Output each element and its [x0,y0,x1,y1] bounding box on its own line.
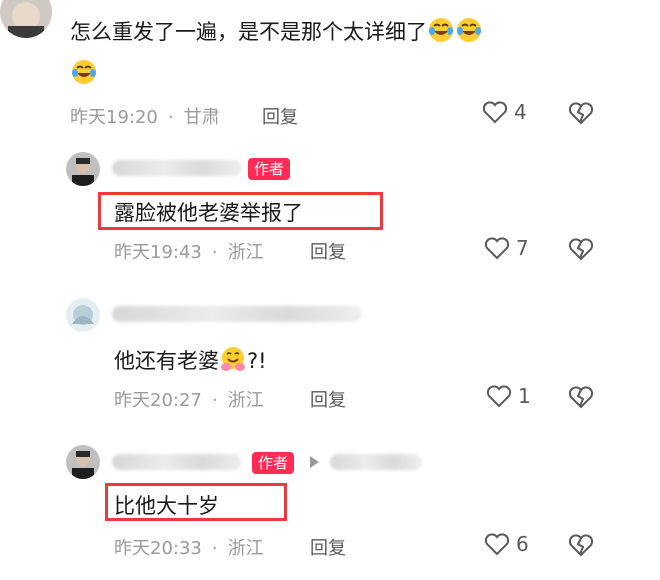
like-button[interactable]: 1 [486,384,531,408]
like-button[interactable]: 6 [484,532,529,556]
laughing-emoji-icon [429,18,453,42]
highlight-box [105,483,287,521]
comment-text: 他还有老婆?! [114,345,267,375]
reply-button[interactable]: 回复 [310,238,346,264]
like-count: 4 [514,100,527,124]
comment-time: 昨天19:20 [70,107,158,128]
like-count: 1 [518,384,531,408]
dislike-button[interactable] [568,385,594,413]
author-badge: 作者 [252,452,295,474]
comment-time: 昨天20:33 [114,538,202,559]
reply-to-arrow-icon [310,456,319,468]
like-count: 6 [516,532,529,556]
highlight-box [98,192,383,230]
username-blurred[interactable] [112,160,242,176]
reply-button[interactable]: 回复 [262,103,298,129]
avatar[interactable] [66,152,100,186]
comment-location: 浙江 [227,538,264,559]
broken-heart-icon [568,534,594,557]
comment-time: 昨天19:43 [114,242,202,263]
broken-heart-icon [568,386,594,409]
dislike-button[interactable] [568,533,594,561]
avatar[interactable] [66,298,100,332]
comment-location: 甘肃 [183,107,220,128]
comment-meta: 昨天19:43 · 浙江 [114,242,264,263]
heart-icon [486,385,512,408]
reply-button[interactable]: 回复 [310,534,346,560]
emoji-line [70,58,98,86]
reply-to-username-blurred[interactable] [330,454,422,470]
like-count: 7 [516,236,529,260]
laughing-emoji-icon [457,18,481,42]
comment-time: 昨天20:27 [114,390,202,411]
laughing-emoji-icon [72,60,96,84]
heart-icon [484,533,510,556]
comment-meta: 昨天20:33 · 浙江 [114,538,264,559]
comment-meta: 昨天20:27 · 浙江 [114,390,264,411]
dislike-button[interactable] [568,237,594,265]
heart-icon [482,101,508,124]
username-blurred[interactable] [112,306,362,322]
broken-heart-icon [568,238,594,261]
comment-meta: 昨天19:20 · 甘肃 [70,107,220,128]
heart-icon [484,237,510,260]
broken-heart-icon [568,102,594,125]
comment-text: 怎么重发了一遍，是不是那个太详细了 [70,16,483,46]
like-button[interactable]: 4 [482,100,527,124]
comment-location: 浙江 [227,390,264,411]
comment-location: 浙江 [227,242,264,263]
username-blurred[interactable] [112,454,242,470]
avatar[interactable] [0,0,52,38]
reply-button[interactable]: 回复 [310,386,346,412]
avatar[interactable] [66,445,100,479]
hugging-emoji-icon [221,347,245,371]
dislike-button[interactable] [568,101,594,129]
like-button[interactable]: 7 [484,236,529,260]
author-badge: 作者 [248,158,291,180]
